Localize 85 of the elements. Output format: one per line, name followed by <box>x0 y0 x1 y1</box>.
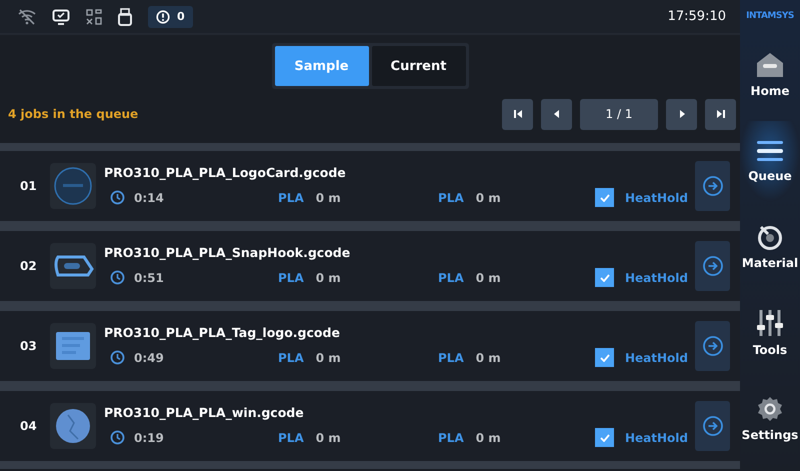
previous-page-button[interactable] <box>541 98 572 130</box>
nav-item[interactable]: Tools <box>740 293 800 373</box>
material-name: PLA <box>438 190 464 204</box>
material-length: 0 m <box>476 350 501 364</box>
first-page-button[interactable] <box>502 98 533 130</box>
clock-icon <box>110 270 125 285</box>
arrow-circle-icon <box>702 255 724 277</box>
print-time: 0:51 <box>134 270 164 284</box>
job-number: 02 <box>20 259 38 273</box>
checkbox[interactable] <box>595 188 614 207</box>
arrow-circle-icon <box>702 335 724 357</box>
clock-time: 17:59:10 <box>668 9 726 24</box>
print-time: 0:14 <box>134 190 164 204</box>
material-name: PLA <box>438 270 464 284</box>
heathold-label: HeatHold <box>625 350 688 364</box>
job-row[interactable]: 02 PRO310_PLA_PLA_SnapHook.gcode 0:51 PLA 0 m PLA 0 m HeatHold <box>0 231 740 301</box>
check-icon <box>600 194 610 202</box>
nav-item[interactable]: Settings <box>740 379 800 459</box>
heathold-label: HeatHold <box>625 430 688 444</box>
queue-summary: 4 jobs in the queue <box>8 107 138 121</box>
job-row[interactable]: 03 PRO310_PLA_PLA_Tag_logo.gcode 0:49 PLA 0 m PLA 0 m HeatHold <box>0 311 740 381</box>
material-name: PLA <box>278 430 304 444</box>
material-length: 0 m <box>476 270 501 284</box>
page-indicator: 1 / 1 <box>580 98 658 130</box>
job-number: 01 <box>20 179 38 193</box>
grid-icon <box>86 8 102 24</box>
usb-drive-icon <box>118 8 132 26</box>
material-length: 0 m <box>316 270 341 284</box>
print-time: 0:49 <box>134 350 164 364</box>
material-name: PLA <box>278 190 304 204</box>
start-button[interactable] <box>695 321 730 371</box>
monitor-icon <box>52 8 70 24</box>
material-length: 0 m <box>316 190 341 204</box>
arrow-circle-icon <box>702 415 724 437</box>
skip-back-icon <box>512 109 522 119</box>
job-number: 04 <box>20 419 38 433</box>
arrow-circle-icon <box>702 175 724 197</box>
wifi-off-icon <box>18 8 36 24</box>
file-name: PRO310_PLA_PLA_LogoCard.gcode <box>104 165 347 180</box>
material-name: PLA <box>278 270 304 284</box>
clock-icon <box>110 190 125 205</box>
brand-logo: INTAMSYS <box>746 11 794 21</box>
file-name: PRO310_PLA_PLA_Tag_logo.gcode <box>104 325 341 340</box>
heathold-label: HeatHold <box>625 270 688 284</box>
material-name: PLA <box>438 430 464 444</box>
print-time: 0:19 <box>134 430 164 444</box>
last-page-button[interactable] <box>705 98 736 130</box>
alert-badge[interactable]: 0 <box>148 6 193 28</box>
material-length: 0 m <box>316 430 341 444</box>
nav-item[interactable]: Material <box>740 207 800 287</box>
file-name: PRO310_PLA_PLA_SnapHook.gcode <box>104 245 352 260</box>
spool-icon <box>757 224 783 250</box>
material-name: PLA <box>438 350 464 364</box>
skip-forward-icon <box>716 109 726 119</box>
sliders-icon <box>756 309 784 337</box>
material-name: PLA <box>278 350 304 364</box>
nav-item[interactable]: Home <box>740 35 800 115</box>
material-length: 0 m <box>476 430 501 444</box>
check-icon <box>600 354 610 362</box>
heathold-label: HeatHold <box>625 190 688 204</box>
check-icon <box>600 434 610 442</box>
start-button[interactable] <box>695 401 730 451</box>
start-button[interactable] <box>695 241 730 291</box>
checkbox[interactable] <box>595 348 614 367</box>
job-row[interactable]: 04 PRO310_PLA_PLA_win.gcode 0:19 PLA 0 m PLA 0 m HeatHold <box>0 391 740 461</box>
file-name: PRO310_PLA_PLA_win.gcode <box>104 405 305 420</box>
list-icon <box>756 139 784 163</box>
job-number: 03 <box>20 339 38 353</box>
check-icon <box>600 274 610 282</box>
checkbox[interactable] <box>595 428 614 447</box>
checkbox[interactable] <box>595 268 614 287</box>
nav-item[interactable]: Queue <box>740 121 800 201</box>
left-triangle-icon <box>552 109 562 119</box>
job-row[interactable]: 01 PRO310_PLA_PLA_LogoCard.gcode 0:14 PLA 0 m PLA 0 m HeatHold <box>0 151 740 221</box>
settings-icon <box>757 396 783 422</box>
home-icon <box>756 52 784 78</box>
next-page-button[interactable] <box>666 98 697 130</box>
alert-icon <box>156 10 170 24</box>
start-button[interactable] <box>695 161 730 211</box>
material-length: 0 m <box>316 350 341 364</box>
material-length: 0 m <box>476 190 501 204</box>
alert-count: 0 <box>177 10 185 23</box>
tab[interactable]: Current <box>372 46 466 86</box>
clock-icon <box>110 350 125 365</box>
clock-icon <box>110 430 125 445</box>
